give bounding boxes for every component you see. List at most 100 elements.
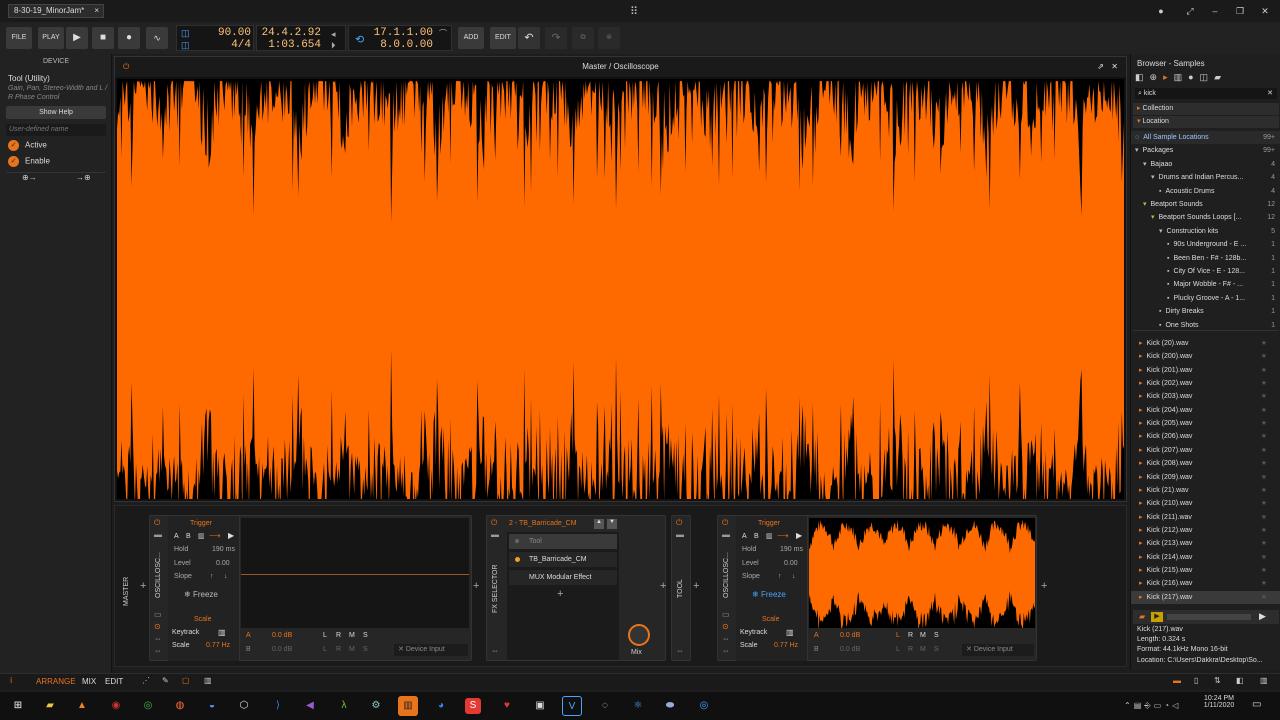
trigger-mode-icon[interactable]: ⟶: [777, 531, 788, 540]
search-input[interactable]: ⌕ kick ✕: [1135, 88, 1277, 99]
edit-button[interactable]: EDIT: [490, 27, 516, 49]
file-list-item[interactable]: ▸ Kick (212).wav ★: [1131, 524, 1280, 537]
record-icon[interactable]: ●: [118, 27, 140, 49]
arrow-up-icon[interactable]: ▲: [594, 519, 604, 529]
bitwig-icon[interactable]: ▥: [398, 696, 418, 716]
channel-b-mid[interactable]: M: [349, 646, 355, 653]
favorite-star-icon[interactable]: ★: [1261, 564, 1267, 577]
expand-icon[interactable]: ⇔: [154, 634, 162, 643]
freeze-button[interactable]: ❄ Freeze: [752, 590, 786, 599]
speaker-icon[interactable]: ▰: [1139, 612, 1145, 621]
lambda-app-icon[interactable]: λ: [334, 696, 354, 716]
mix-knob[interactable]: [628, 624, 650, 646]
popout-icon[interactable]: ⇗: [1097, 57, 1104, 77]
chrome-icon[interactable]: ◎: [138, 696, 158, 716]
loop-display[interactable]: ⟲ 17.1.1.00 8.0.0.00 ⌒: [348, 25, 452, 51]
menu-icon[interactable]: ▬: [491, 530, 499, 539]
slope-down-icon[interactable]: ↓: [792, 573, 796, 580]
volume-icon[interactable]: ◁: [1172, 701, 1181, 710]
windows-start-icon[interactable]: ⊞: [8, 696, 28, 716]
redo-icon[interactable]: ↷: [545, 27, 567, 49]
usb-icon[interactable]: ⎆: [1144, 701, 1153, 710]
thunderbird-icon[interactable]: ◒: [202, 696, 222, 716]
channel-a-button[interactable]: A: [742, 533, 747, 540]
favorite-star-icon[interactable]: ★: [1261, 524, 1267, 537]
tree-item[interactable]: ▪ Acoustic Drums 4: [1131, 185, 1280, 198]
page-icon[interactable]: ▯: [1194, 676, 1198, 685]
favorite-star-icon[interactable]: ★: [1261, 551, 1267, 564]
firefox-icon[interactable]: ◍: [170, 696, 190, 716]
file-list-item[interactable]: ▸ Kick (202).wav ★: [1131, 377, 1280, 390]
add-fx-icon[interactable]: +: [557, 588, 563, 600]
cancel-icon[interactable]: ⊗: [598, 27, 620, 49]
favorite-star-icon[interactable]: ★: [1261, 364, 1267, 377]
add-device-icon[interactable]: +: [473, 580, 479, 592]
favorite-star-icon[interactable]: ★: [1261, 444, 1267, 457]
document-tab[interactable]: 8-30-19_MinorJam* ×: [8, 4, 104, 18]
arrow-down-icon[interactable]: ▼: [607, 519, 617, 529]
tree-item[interactable]: ▪ City Of Vice - E - 128... 1: [1131, 265, 1280, 278]
channel-b-gain[interactable]: 0.0 dB: [840, 646, 860, 653]
teamviewer-icon[interactable]: ◎: [694, 696, 714, 716]
chevron-up-icon[interactable]: ⌃: [1124, 701, 1134, 710]
clear-search-icon[interactable]: ✕: [1267, 88, 1273, 99]
file-list-item[interactable]: ▸ Kick (206).wav ★: [1131, 430, 1280, 443]
favorite-star-icon[interactable]: ★: [1261, 497, 1267, 510]
file-list-item[interactable]: ▸ Kick (209).wav ★: [1131, 471, 1280, 484]
device-input-select[interactable]: ✕ Device Input: [962, 644, 1034, 656]
file-list-item[interactable]: ▸ Kick (21).wav ★: [1131, 484, 1280, 497]
file-list-item[interactable]: ▸ Kick (203).wav ★: [1131, 390, 1280, 403]
trigger-play-icon[interactable]: ▶: [228, 531, 234, 540]
position-display[interactable]: 24.4.2.92 1:03.654 ◂ ⏵: [256, 25, 346, 51]
display-icon[interactable]: ▭: [1154, 701, 1165, 710]
preview-play-icon[interactable]: ▶: [1259, 611, 1266, 622]
play-icon[interactable]: ▶: [66, 27, 88, 49]
fullscreen-icon[interactable]: ⤢: [1183, 4, 1197, 18]
channel-b-gain[interactable]: 0.0 dB: [272, 646, 292, 653]
inspector-icon[interactable]: ◧: [1236, 676, 1244, 685]
tempo-value[interactable]: 90.00: [197, 27, 251, 39]
device-input-select[interactable]: ✕ Device Input: [394, 644, 468, 656]
loop-length[interactable]: 8.0.0.00: [371, 39, 433, 51]
s-app-icon[interactable]: S: [465, 698, 481, 714]
add-device-icon[interactable]: +: [693, 580, 699, 592]
obs-icon[interactable]: ◌: [595, 696, 615, 716]
channel-a-left[interactable]: L: [323, 632, 327, 639]
vlc-icon[interactable]: ▲: [72, 696, 92, 716]
collapse-icon[interactable]: ⇔: [154, 646, 162, 655]
keytrack-icon[interactable]: ▥: [218, 628, 226, 637]
scale-value[interactable]: 0.77 Hz: [774, 642, 798, 649]
tree-item[interactable]: ▪ Major Wobble - F# - ... 1: [1131, 278, 1280, 291]
channel-b-left[interactable]: L: [896, 646, 900, 653]
favorite-star-icon[interactable]: ★: [1261, 591, 1267, 604]
stop-icon[interactable]: ■: [92, 27, 114, 49]
close-scope-icon[interactable]: ✕: [1111, 57, 1118, 77]
add-button[interactable]: ADD: [458, 27, 484, 49]
power-icon[interactable]: ⏻: [722, 518, 728, 528]
add-device-icon[interactable]: +: [1041, 580, 1047, 592]
active-toggle[interactable]: ✓ Active: [8, 140, 47, 151]
insert-before-icon[interactable]: ⊕→: [22, 173, 37, 182]
power-icon[interactable]: ⏻: [154, 518, 160, 528]
channel-b-button[interactable]: B: [754, 533, 759, 540]
maximize-icon[interactable]: ❐: [1233, 4, 1247, 18]
presets-tab-icon[interactable]: ⊕: [1150, 72, 1164, 82]
add-device-icon[interactable]: +: [660, 580, 666, 592]
hold-value[interactable]: 190 ms: [212, 546, 235, 553]
mixer-panel-icon[interactable]: ▥: [204, 676, 212, 685]
menu-icon[interactable]: ▬: [722, 530, 730, 539]
freeze-button[interactable]: ❄ Freeze: [184, 590, 218, 599]
level-value[interactable]: 0.00: [784, 560, 798, 567]
arrange-view-button[interactable]: ARRANGE: [36, 677, 76, 686]
favorite-star-icon[interactable]: ★: [1261, 350, 1267, 363]
show-help-button[interactable]: Show Help: [6, 106, 106, 119]
mix-view-button[interactable]: MIX: [82, 677, 96, 686]
level-value[interactable]: 0.00: [216, 560, 230, 567]
tree-item[interactable]: ▪ Dirty Breaks 1: [1131, 305, 1280, 318]
modulator-icon[interactable]: ⊙: [722, 622, 729, 631]
channel-a-gain[interactable]: 0.0 dB: [840, 632, 860, 639]
auto-preview-icon[interactable]: ▶: [1151, 612, 1163, 622]
channel-b-left[interactable]: L: [323, 646, 327, 653]
minimize-icon[interactable]: –: [1208, 4, 1222, 18]
groove-icon[interactable]: ◫: [181, 40, 190, 51]
